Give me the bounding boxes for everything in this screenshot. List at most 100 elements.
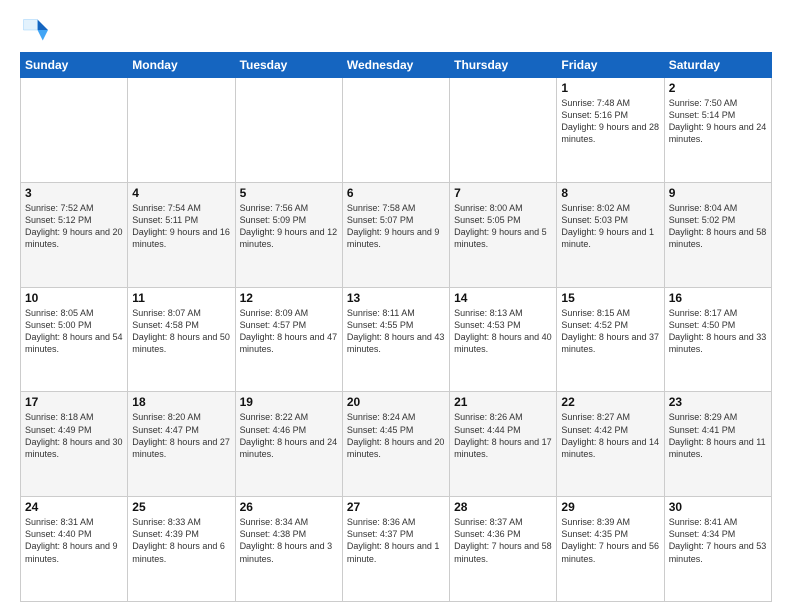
page: SundayMondayTuesdayWednesdayThursdayFrid…	[0, 0, 792, 612]
calendar-cell: 17Sunrise: 8:18 AM Sunset: 4:49 PM Dayli…	[21, 392, 128, 497]
day-info: Sunrise: 8:05 AM Sunset: 5:00 PM Dayligh…	[25, 307, 123, 356]
day-number: 6	[347, 186, 445, 200]
day-info: Sunrise: 8:09 AM Sunset: 4:57 PM Dayligh…	[240, 307, 338, 356]
day-number: 8	[561, 186, 659, 200]
day-info: Sunrise: 8:33 AM Sunset: 4:39 PM Dayligh…	[132, 516, 230, 565]
calendar-cell: 26 Sunrise: 8:34 AM Sunset: 4:38 PM Dayli…	[235, 497, 342, 602]
day-number: 19	[240, 395, 338, 409]
calendar-week-3: 10 Sunrise: 8:05 AM Sunset: 5:00 PM Dayli…	[21, 287, 772, 392]
day-number: 27	[347, 500, 445, 514]
day-number: 21	[454, 395, 552, 409]
day-number: 20	[347, 395, 445, 409]
calendar-cell: 3Sunrise: 7:52 AM Sunset: 5:12 PM Daylig…	[21, 182, 128, 287]
calendar-cell: 9 Sunrise: 8:04 AM Sunset: 5:02 PM Daylig…	[664, 182, 771, 287]
calendar-cell: 22 Sunrise: 8:27 AM Sunset: 4:42 PM Dayli…	[557, 392, 664, 497]
calendar-cell: 13 Sunrise: 8:11 AM Sunset: 4:55 PM Dayli…	[342, 287, 449, 392]
day-number: 23	[669, 395, 767, 409]
logo-icon	[20, 16, 48, 44]
day-number: 28	[454, 500, 552, 514]
day-info: Sunrise: 8:02 AM Sunset: 5:03 PM Dayligh…	[561, 202, 659, 251]
calendar-header-sunday: Sunday	[21, 53, 128, 78]
calendar-cell: 4 Sunrise: 7:54 AM Sunset: 5:11 PM Daylig…	[128, 182, 235, 287]
day-info: Sunrise: 8:00 AM Sunset: 5:05 PM Dayligh…	[454, 202, 552, 251]
day-number: 12	[240, 291, 338, 305]
day-number: 16	[669, 291, 767, 305]
day-info: Sunrise: 7:48 AM Sunset: 5:16 PM Dayligh…	[561, 97, 659, 146]
calendar-week-4: 17Sunrise: 8:18 AM Sunset: 4:49 PM Dayli…	[21, 392, 772, 497]
day-number: 24	[25, 500, 123, 514]
calendar-cell: 25 Sunrise: 8:33 AM Sunset: 4:39 PM Dayli…	[128, 497, 235, 602]
calendar-header-row: SundayMondayTuesdayWednesdayThursdayFrid…	[21, 53, 772, 78]
calendar-cell: 7 Sunrise: 8:00 AM Sunset: 5:05 PM Daylig…	[450, 182, 557, 287]
day-info: Sunrise: 7:50 AM Sunset: 5:14 PM Dayligh…	[669, 97, 767, 146]
day-number: 2	[669, 81, 767, 95]
calendar-cell	[21, 78, 128, 183]
calendar-cell: 5Sunrise: 7:56 AM Sunset: 5:09 PM Daylig…	[235, 182, 342, 287]
calendar-cell: 1 Sunrise: 7:48 AM Sunset: 5:16 PM Daylig…	[557, 78, 664, 183]
calendar-week-5: 24 Sunrise: 8:31 AM Sunset: 4:40 PM Dayli…	[21, 497, 772, 602]
day-info: Sunrise: 8:27 AM Sunset: 4:42 PM Dayligh…	[561, 411, 659, 460]
day-info: Sunrise: 8:34 AM Sunset: 4:38 PM Dayligh…	[240, 516, 338, 565]
calendar-week-2: 3Sunrise: 7:52 AM Sunset: 5:12 PM Daylig…	[21, 182, 772, 287]
calendar-header-friday: Friday	[557, 53, 664, 78]
day-info: Sunrise: 8:04 AM Sunset: 5:02 PM Dayligh…	[669, 202, 767, 251]
calendar-cell: 11Sunrise: 8:07 AM Sunset: 4:58 PM Dayli…	[128, 287, 235, 392]
day-number: 17	[25, 395, 123, 409]
calendar-cell: 2 Sunrise: 7:50 AM Sunset: 5:14 PM Daylig…	[664, 78, 771, 183]
calendar-cell	[128, 78, 235, 183]
calendar-cell: 24 Sunrise: 8:31 AM Sunset: 4:40 PM Dayli…	[21, 497, 128, 602]
calendar-cell: 20 Sunrise: 8:24 AM Sunset: 4:45 PM Dayli…	[342, 392, 449, 497]
day-info: Sunrise: 8:31 AM Sunset: 4:40 PM Dayligh…	[25, 516, 123, 565]
day-info: Sunrise: 7:56 AM Sunset: 5:09 PM Dayligh…	[240, 202, 338, 251]
day-info: Sunrise: 8:15 AM Sunset: 4:52 PM Dayligh…	[561, 307, 659, 356]
day-number: 26	[240, 500, 338, 514]
day-info: Sunrise: 8:37 AM Sunset: 4:36 PM Dayligh…	[454, 516, 552, 565]
day-number: 30	[669, 500, 767, 514]
day-number: 10	[25, 291, 123, 305]
calendar-cell: 28 Sunrise: 8:37 AM Sunset: 4:36 PM Dayli…	[450, 497, 557, 602]
calendar-table: SundayMondayTuesdayWednesdayThursdayFrid…	[20, 52, 772, 602]
calendar-cell: 27Sunrise: 8:36 AM Sunset: 4:37 PM Dayli…	[342, 497, 449, 602]
day-number: 4	[132, 186, 230, 200]
day-number: 14	[454, 291, 552, 305]
calendar-header-tuesday: Tuesday	[235, 53, 342, 78]
calendar-cell: 12 Sunrise: 8:09 AM Sunset: 4:57 PM Dayli…	[235, 287, 342, 392]
day-info: Sunrise: 8:39 AM Sunset: 4:35 PM Dayligh…	[561, 516, 659, 565]
day-info: Sunrise: 7:52 AM Sunset: 5:12 PM Dayligh…	[25, 202, 123, 251]
calendar-header-monday: Monday	[128, 53, 235, 78]
day-info: Sunrise: 8:24 AM Sunset: 4:45 PM Dayligh…	[347, 411, 445, 460]
day-info: Sunrise: 8:29 AM Sunset: 4:41 PM Dayligh…	[669, 411, 767, 460]
calendar-header-wednesday: Wednesday	[342, 53, 449, 78]
calendar-header-thursday: Thursday	[450, 53, 557, 78]
day-info: Sunrise: 8:07 AM Sunset: 4:58 PM Dayligh…	[132, 307, 230, 356]
day-number: 9	[669, 186, 767, 200]
day-info: Sunrise: 8:11 AM Sunset: 4:55 PM Dayligh…	[347, 307, 445, 356]
day-info: Sunrise: 7:58 AM Sunset: 5:07 PM Dayligh…	[347, 202, 445, 251]
calendar-cell: 10 Sunrise: 8:05 AM Sunset: 5:00 PM Dayli…	[21, 287, 128, 392]
calendar-cell	[342, 78, 449, 183]
calendar-cell: 6 Sunrise: 7:58 AM Sunset: 5:07 PM Daylig…	[342, 182, 449, 287]
day-number: 25	[132, 500, 230, 514]
calendar-cell: 8 Sunrise: 8:02 AM Sunset: 5:03 PM Daylig…	[557, 182, 664, 287]
day-info: Sunrise: 8:17 AM Sunset: 4:50 PM Dayligh…	[669, 307, 767, 356]
day-info: Sunrise: 8:26 AM Sunset: 4:44 PM Dayligh…	[454, 411, 552, 460]
day-number: 22	[561, 395, 659, 409]
calendar-cell: 30Sunrise: 8:41 AM Sunset: 4:34 PM Dayli…	[664, 497, 771, 602]
calendar-cell: 19 Sunrise: 8:22 AM Sunset: 4:46 PM Dayli…	[235, 392, 342, 497]
logo	[20, 16, 52, 44]
header	[20, 16, 772, 44]
day-info: Sunrise: 7:54 AM Sunset: 5:11 PM Dayligh…	[132, 202, 230, 251]
day-number: 1	[561, 81, 659, 95]
day-number: 29	[561, 500, 659, 514]
day-number: 7	[454, 186, 552, 200]
day-info: Sunrise: 8:20 AM Sunset: 4:47 PM Dayligh…	[132, 411, 230, 460]
calendar-header-saturday: Saturday	[664, 53, 771, 78]
calendar-cell	[235, 78, 342, 183]
calendar-cell: 29 Sunrise: 8:39 AM Sunset: 4:35 PM Dayli…	[557, 497, 664, 602]
day-info: Sunrise: 8:13 AM Sunset: 4:53 PM Dayligh…	[454, 307, 552, 356]
calendar-cell: 18Sunrise: 8:20 AM Sunset: 4:47 PM Dayli…	[128, 392, 235, 497]
calendar-cell: 21 Sunrise: 8:26 AM Sunset: 4:44 PM Dayli…	[450, 392, 557, 497]
day-info: Sunrise: 8:22 AM Sunset: 4:46 PM Dayligh…	[240, 411, 338, 460]
day-number: 15	[561, 291, 659, 305]
day-number: 13	[347, 291, 445, 305]
